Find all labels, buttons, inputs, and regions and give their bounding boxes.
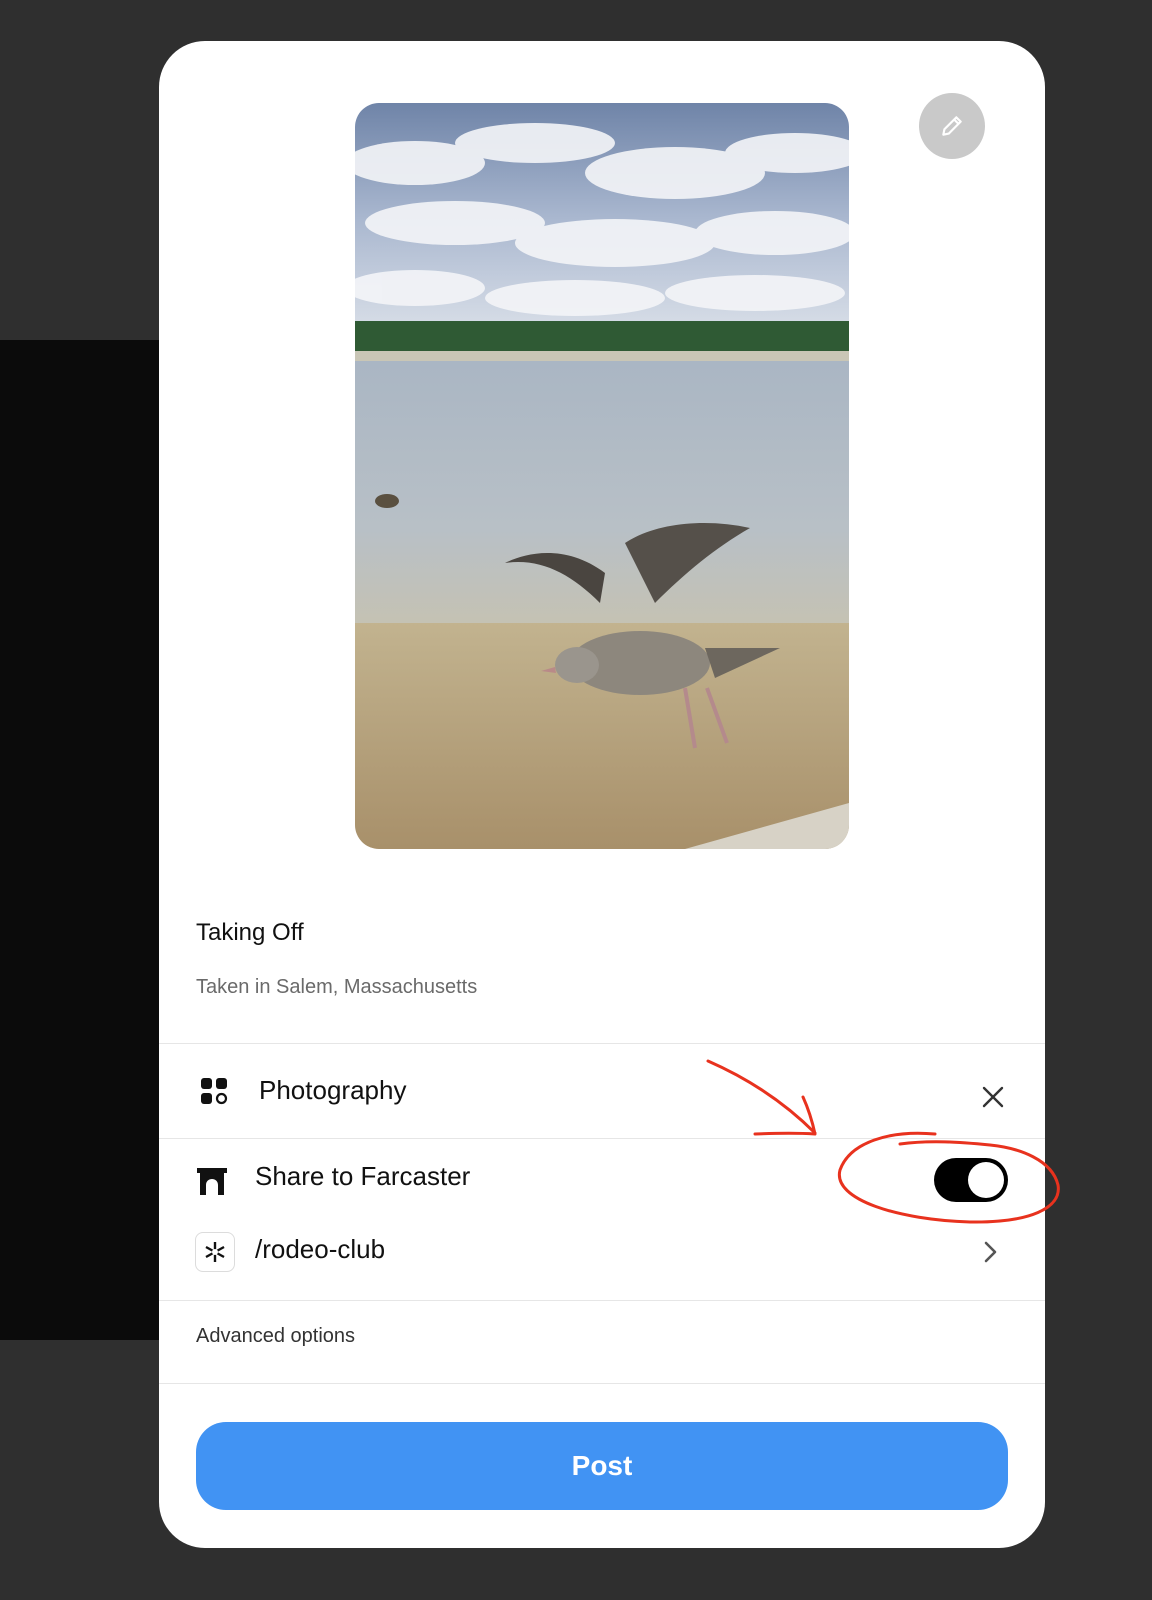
- remove-collection-button[interactable]: [973, 1077, 1013, 1117]
- backdrop-shadow: [0, 340, 160, 1340]
- share-to-farcaster-toggle[interactable]: [934, 1158, 1008, 1202]
- share-to-farcaster-label: Share to Farcaster: [255, 1161, 471, 1191]
- post-button[interactable]: Post: [196, 1422, 1008, 1510]
- edit-button[interactable]: [919, 93, 985, 159]
- post-description[interactable]: Taken in Salem, Massachusetts: [196, 976, 477, 999]
- chevron-right-icon: [984, 1241, 997, 1263]
- pencil-icon: [942, 116, 962, 136]
- post-title[interactable]: Taking Off: [196, 919, 304, 947]
- channel-icon: [195, 1232, 235, 1272]
- asterisk-icon: [205, 1242, 225, 1262]
- divider: [159, 1138, 1045, 1139]
- close-icon: [982, 1086, 1004, 1108]
- apps-icon: [197, 1074, 231, 1108]
- divider: [159, 1043, 1045, 1044]
- farcaster-arch-icon: [195, 1165, 229, 1197]
- post-composer-modal: Taking Off Taken in Salem, Massachusetts…: [159, 41, 1045, 1548]
- toggle-knob: [968, 1162, 1004, 1198]
- channel-label[interactable]: /rodeo-club: [255, 1234, 385, 1265]
- divider: [159, 1383, 1045, 1384]
- seagull-photo-illustration: [355, 103, 849, 849]
- advanced-options-link[interactable]: Advanced options: [196, 1325, 355, 1348]
- collection-label: Photography: [259, 1075, 407, 1105]
- post-photo: [355, 103, 849, 849]
- divider: [159, 1300, 1045, 1301]
- channel-select-button[interactable]: [975, 1237, 1005, 1267]
